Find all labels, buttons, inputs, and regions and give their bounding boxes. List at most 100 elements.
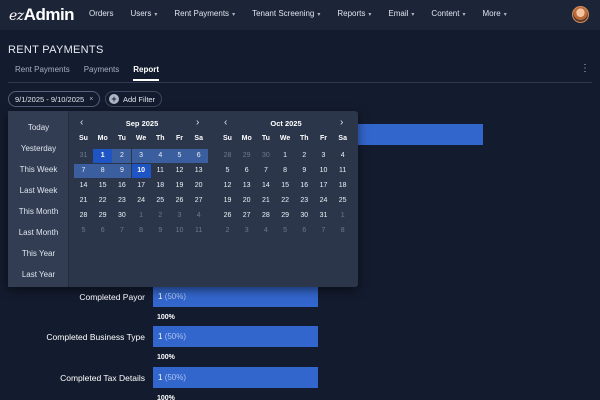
calendar-day[interactable]: 22 — [93, 194, 112, 208]
preset-today[interactable]: Today — [8, 123, 69, 132]
calendar-day[interactable]: 8 — [93, 164, 113, 178]
calendar-day[interactable]: 13 — [189, 164, 208, 178]
nav-item-tenant-screening[interactable]: Tenant Screening ▾ — [252, 9, 320, 18]
nav-item-users[interactable]: Users ▾ — [130, 9, 157, 18]
calendar-day[interactable]: 26 — [170, 194, 189, 208]
more-options-icon[interactable]: ⋮ — [580, 63, 590, 74]
tab-payments[interactable]: Payments — [84, 65, 120, 81]
nav-item-more[interactable]: More ▾ — [482, 9, 506, 18]
calendar-day[interactable]: 29 — [237, 149, 256, 163]
calendar-day[interactable]: 30 — [112, 209, 131, 223]
calendar-day[interactable]: 6 — [295, 224, 314, 238]
calendar-day[interactable]: 6 — [93, 224, 112, 238]
calendar-day[interactable]: 23 — [112, 194, 131, 208]
calendar-day[interactable]: 5 — [218, 164, 237, 178]
calendar-day[interactable]: 2 — [151, 209, 170, 223]
calendar-day[interactable]: 19 — [170, 179, 189, 193]
calendar-day[interactable]: 17 — [314, 179, 333, 193]
calendar-day[interactable]: 3 — [170, 209, 189, 223]
calendar-day[interactable]: 2 — [218, 224, 237, 238]
calendar-day[interactable]: 22 — [276, 194, 295, 208]
calendar-day[interactable]: 4 — [256, 224, 275, 238]
calendar-day[interactable]: 26 — [218, 209, 237, 223]
date-range-filter-chip[interactable]: 9/1/2025 - 9/10/2025 × — [8, 91, 101, 107]
calendar-day[interactable]: 7 — [74, 164, 93, 178]
add-filter-button[interactable]: + Add Filter — [105, 91, 163, 107]
chevron-right-icon[interactable]: › — [196, 117, 199, 128]
calendar-day[interactable]: 5 — [170, 149, 189, 163]
calendar-day[interactable]: 2 — [112, 149, 132, 163]
calendar-day[interactable]: 21 — [256, 194, 275, 208]
calendar-day[interactable]: 10 — [131, 164, 151, 178]
nav-item-content[interactable]: Content ▾ — [431, 9, 465, 18]
calendar-day[interactable]: 28 — [256, 209, 275, 223]
calendar-day[interactable]: 9 — [112, 164, 132, 178]
calendar-day[interactable]: 25 — [333, 194, 352, 208]
calendar-day[interactable]: 6 — [237, 164, 256, 178]
preset-yesterday[interactable]: Yesterday — [8, 144, 69, 153]
calendar-day[interactable]: 10 — [314, 164, 333, 178]
calendar-day[interactable]: 1 — [132, 209, 151, 223]
calendar-day[interactable]: 1 — [93, 149, 113, 163]
preset-last-year[interactable]: Last Year — [8, 270, 69, 279]
calendar-day[interactable]: 18 — [333, 179, 352, 193]
tab-rent-payments[interactable]: Rent Payments — [15, 65, 70, 81]
calendar-day[interactable]: 1 — [333, 209, 352, 223]
calendar-day[interactable]: 25 — [151, 194, 170, 208]
calendar-day[interactable]: 16 — [295, 179, 314, 193]
calendar-day[interactable]: 24 — [314, 194, 333, 208]
preset-this-week[interactable]: This Week — [8, 165, 69, 174]
calendar-day[interactable]: 3 — [314, 149, 333, 163]
user-avatar[interactable] — [572, 6, 589, 23]
calendar-day[interactable]: 31 — [314, 209, 333, 223]
calendar-day[interactable]: 23 — [295, 194, 314, 208]
calendar-day[interactable]: 3 — [237, 224, 256, 238]
nav-item-reports[interactable]: Reports ▾ — [337, 9, 371, 18]
calendar-day[interactable]: 9 — [151, 224, 170, 238]
preset-this-year[interactable]: This Year — [8, 249, 69, 258]
calendar-day[interactable]: 14 — [256, 179, 275, 193]
calendar-day[interactable]: 14 — [74, 179, 93, 193]
calendar-day[interactable]: 11 — [189, 224, 208, 238]
calendar-day[interactable]: 20 — [189, 179, 208, 193]
calendar-day[interactable]: 8 — [132, 224, 151, 238]
calendar-day[interactable]: 7 — [256, 164, 275, 178]
calendar-day[interactable]: 15 — [276, 179, 295, 193]
calendar-day[interactable]: 29 — [276, 209, 295, 223]
calendar-day[interactable]: 21 — [74, 194, 93, 208]
calendar-day[interactable]: 13 — [237, 179, 256, 193]
calendar-day[interactable]: 8 — [333, 224, 352, 238]
calendar-day[interactable]: 6 — [189, 149, 209, 163]
calendar-day[interactable]: 20 — [237, 194, 256, 208]
calendar-day[interactable]: 30 — [295, 209, 314, 223]
calendar-day[interactable]: 8 — [276, 164, 295, 178]
calendar-day[interactable]: 4 — [150, 149, 170, 163]
calendar-day[interactable]: 11 — [151, 164, 170, 178]
preset-this-month[interactable]: This Month — [8, 207, 69, 216]
calendar-day[interactable]: 11 — [333, 164, 352, 178]
calendar-day[interactable]: 31 — [74, 149, 93, 163]
ezadmin-logo[interactable]: ezAdmin — [9, 5, 75, 25]
calendar-day[interactable]: 4 — [189, 209, 208, 223]
calendar-day[interactable]: 7 — [314, 224, 333, 238]
nav-item-orders[interactable]: Orders — [89, 9, 113, 18]
calendar-day[interactable]: 5 — [276, 224, 295, 238]
calendar-day[interactable]: 16 — [112, 179, 131, 193]
calendar-day[interactable]: 24 — [132, 194, 151, 208]
calendar-day[interactable]: 28 — [74, 209, 93, 223]
calendar-day[interactable]: 2 — [295, 149, 314, 163]
calendar-day[interactable]: 9 — [295, 164, 314, 178]
calendar-day[interactable]: 12 — [218, 179, 237, 193]
calendar-day[interactable]: 29 — [93, 209, 112, 223]
calendar-day[interactable]: 15 — [93, 179, 112, 193]
calendar-day[interactable]: 19 — [218, 194, 237, 208]
calendar-day[interactable]: 3 — [131, 149, 151, 163]
calendar-day[interactable]: 28 — [218, 149, 237, 163]
preset-last-week[interactable]: Last Week — [8, 186, 69, 195]
clear-filter-icon[interactable]: × — [89, 96, 93, 103]
chevron-right-icon[interactable]: › — [340, 117, 343, 128]
calendar-day[interactable]: 4 — [333, 149, 352, 163]
tab-report[interactable]: Report — [133, 65, 160, 81]
nav-item-email[interactable]: Email ▾ — [388, 9, 414, 18]
calendar-day[interactable]: 10 — [170, 224, 189, 238]
